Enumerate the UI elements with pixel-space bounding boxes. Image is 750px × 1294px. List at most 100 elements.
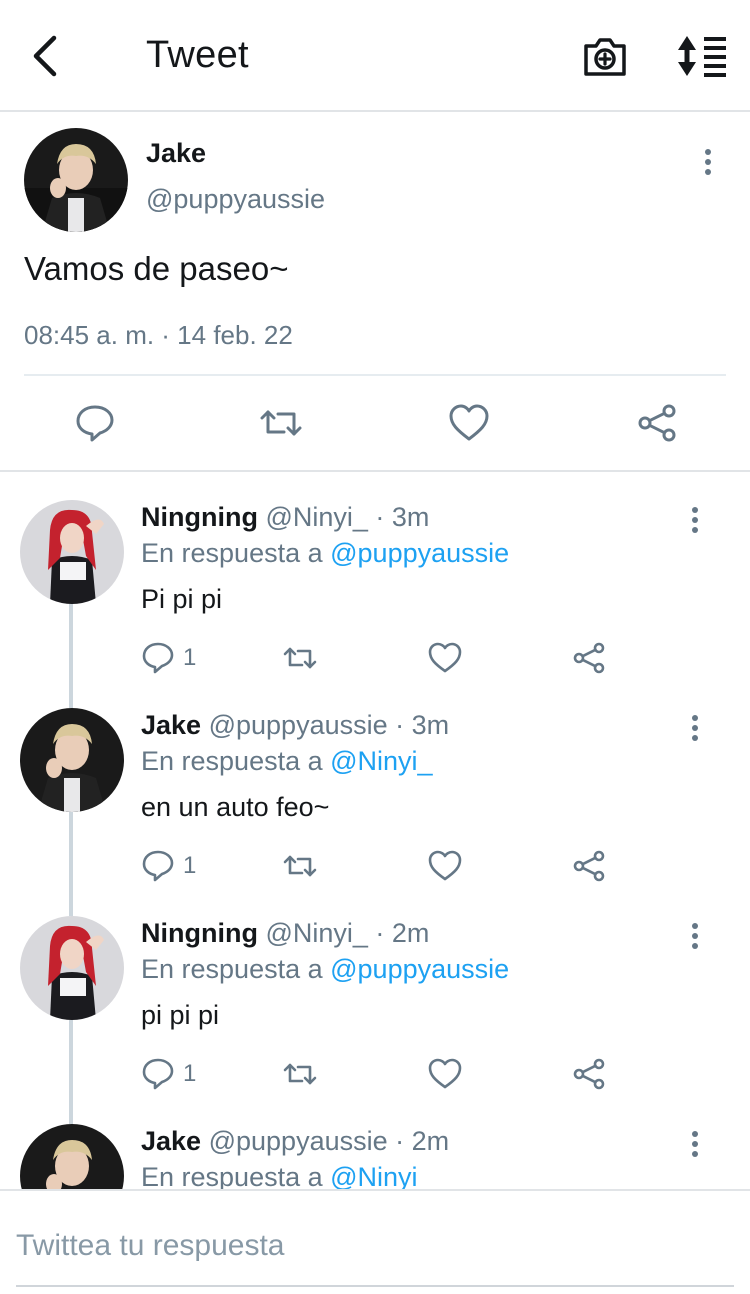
tweet-text: Pi pi pi [141, 584, 223, 614]
share-button[interactable] [572, 1056, 606, 1092]
author-name[interactable]: Ningning [141, 502, 258, 532]
retweet-icon [283, 1063, 317, 1085]
reply-count: 1 [183, 852, 197, 879]
share-button[interactable] [572, 640, 606, 676]
reply-button[interactable]: 1 [141, 1056, 196, 1092]
reply-tweet[interactable]: Jake @puppyaussie · 3m En respuesta a @N… [0, 708, 750, 916]
share-button[interactable] [636, 402, 678, 444]
reply-count: 1 [183, 644, 197, 671]
share-icon [573, 1058, 605, 1090]
reply-icon [142, 850, 174, 882]
more-options-button[interactable] [683, 710, 707, 746]
mention-link[interactable]: @puppyaussie [330, 954, 509, 984]
author-name[interactable]: Ningning [141, 918, 258, 948]
more-dot [692, 507, 698, 513]
reply-prefix: En respuesta a [141, 538, 331, 568]
reply-prefix: En respuesta a [141, 746, 331, 776]
divider [0, 470, 750, 472]
author-name[interactable]: Jake [146, 138, 206, 169]
reply-header: Ningning @Ninyi_ · 3m [141, 502, 429, 533]
author-name[interactable]: Jake [141, 710, 201, 740]
more-dot [705, 169, 711, 175]
reply-context: En respuesta a @puppyaussie [141, 538, 509, 569]
author-meta: @Ninyi_ · 2m [265, 918, 430, 948]
more-dot [692, 943, 698, 949]
camera-button[interactable] [582, 34, 628, 78]
top-bar: Tweet [0, 0, 750, 112]
avatar[interactable] [20, 500, 124, 604]
retweet-icon [260, 410, 302, 436]
reply-composer [0, 1189, 750, 1294]
avatar[interactable] [20, 708, 124, 812]
share-button[interactable] [572, 848, 606, 884]
more-dot [705, 149, 711, 155]
like-icon [428, 1058, 462, 1089]
reply-icon [142, 642, 174, 674]
like-icon [428, 850, 462, 881]
author-meta: @puppyaussie · 3m [208, 710, 450, 740]
mention-link[interactable]: @Ninyi_ [330, 746, 432, 776]
reply-tweet[interactable]: Ningning @Ninyi_ · 3m En respuesta a @pu… [0, 500, 750, 708]
reply-prefix: En respuesta a [141, 954, 331, 984]
more-dot [692, 1131, 698, 1137]
like-button[interactable] [428, 848, 462, 884]
share-icon [638, 404, 676, 442]
more-dot [692, 735, 698, 741]
reply-input[interactable] [16, 1219, 734, 1287]
reply-context: En respuesta a @puppyaussie [141, 954, 509, 985]
reply-count: 1 [183, 1060, 197, 1087]
retweet-icon [283, 647, 317, 669]
reply-icon [76, 405, 114, 442]
action-bar: 1 [141, 640, 621, 680]
reply-button[interactable] [74, 402, 116, 444]
action-bar: 1 [141, 848, 621, 888]
back-button[interactable] [28, 34, 68, 78]
more-dot [692, 527, 698, 533]
like-button[interactable] [428, 1056, 462, 1092]
share-icon [573, 642, 605, 674]
more-dot [692, 1151, 698, 1157]
camera-add-icon [584, 38, 626, 76]
mention-link[interactable]: @Ninyi_ [330, 1162, 432, 1192]
retweet-button[interactable] [260, 402, 302, 444]
retweet-button[interactable] [283, 640, 317, 676]
more-dot [692, 715, 698, 721]
reply-context: En respuesta a @Ninyi_ [141, 746, 433, 777]
more-options-button[interactable] [683, 918, 707, 954]
more-dot [705, 159, 711, 165]
sort-list-icon [678, 36, 726, 77]
tweet-timestamp: 08:45 a. m. · 14 feb. 22 [24, 320, 293, 350]
author-handle[interactable]: @puppyaussie [146, 184, 325, 215]
tweet-text: Vamos de paseo~ [24, 250, 289, 287]
share-icon [573, 850, 605, 882]
more-dot [692, 517, 698, 523]
like-icon [428, 642, 462, 673]
reply-header: Jake @puppyaussie · 2m [141, 1126, 449, 1157]
reply-button[interactable]: 1 [141, 848, 196, 884]
chevron-left-icon [33, 35, 57, 77]
more-options-button[interactable] [683, 1126, 707, 1162]
retweet-icon [283, 855, 317, 877]
avatar[interactable] [24, 128, 128, 232]
retweet-button[interactable] [283, 848, 317, 884]
retweet-button[interactable] [283, 1056, 317, 1092]
like-button[interactable] [448, 402, 490, 444]
reply-header: Jake @puppyaussie · 3m [141, 710, 449, 741]
like-icon [449, 404, 489, 441]
like-button[interactable] [428, 640, 462, 676]
mention-link[interactable]: @puppyaussie [330, 538, 509, 568]
sort-replies-button[interactable] [676, 34, 728, 78]
reply-button[interactable]: 1 [141, 640, 196, 676]
more-options-button[interactable] [696, 144, 720, 180]
tweet-text: en un auto feo~ [141, 792, 330, 822]
more-dot [692, 1141, 698, 1147]
more-options-button[interactable] [683, 502, 707, 538]
reply-header: Ningning @Ninyi_ · 2m [141, 918, 429, 949]
author-name[interactable]: Jake [141, 1126, 201, 1156]
divider [24, 374, 726, 376]
more-dot [692, 923, 698, 929]
more-dot [692, 725, 698, 731]
reply-icon [142, 1058, 174, 1090]
avatar[interactable] [20, 916, 124, 1020]
reply-tweet[interactable]: Ningning @Ninyi_ · 2m En respuesta a @pu… [0, 916, 750, 1124]
